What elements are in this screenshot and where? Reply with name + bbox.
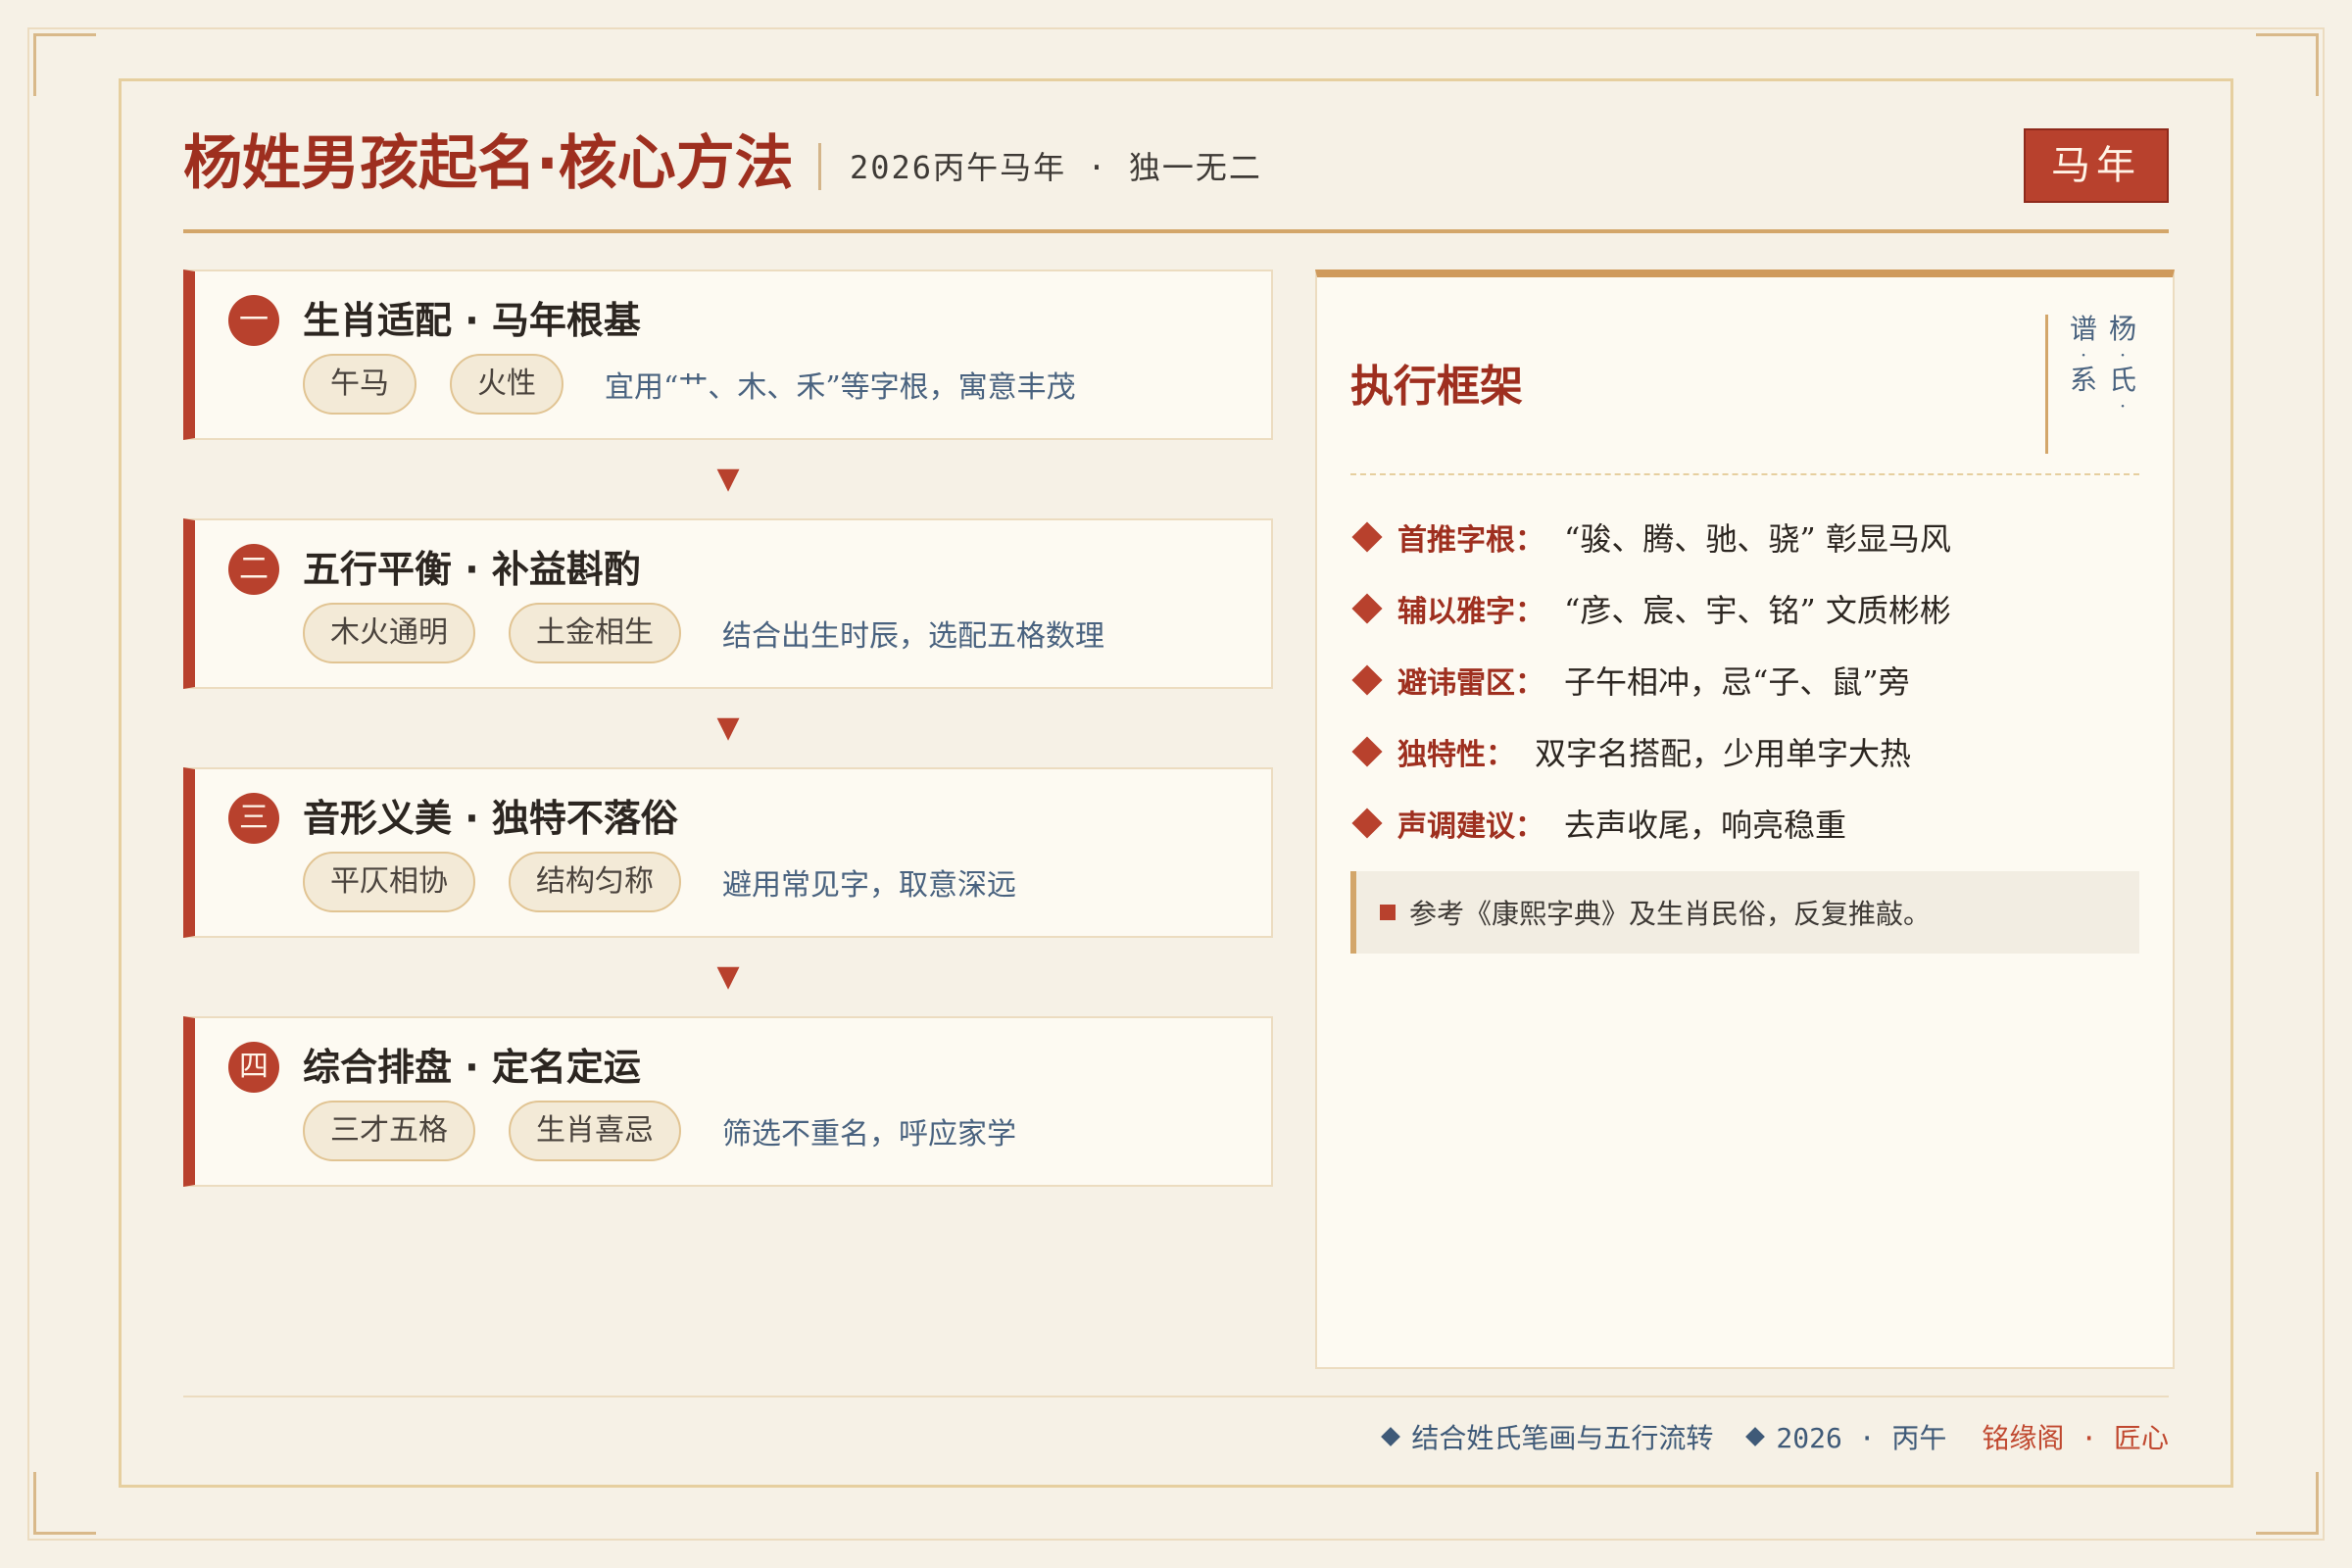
panel-divider — [1350, 473, 2139, 475]
footer-rule — [183, 1396, 2169, 1397]
page-subtitle: 2026丙午马年 · 独一无二 — [850, 149, 1262, 186]
diamond-bullet-icon — [1351, 663, 1383, 696]
footer-item: 结合姓氏笔画与五行流转 — [1411, 1422, 1714, 1454]
step-tag: 三才五格 — [303, 1101, 475, 1161]
rule-text: 去声收尾，响亮稳重 — [1564, 806, 1847, 844]
step-card: 二 五行平衡 · 补益斟酌 木火通明 土金相生 结合出生时辰，选配五格数理 — [183, 518, 1273, 689]
rule-label: 辅以雅字： — [1397, 594, 1544, 629]
rule-item: 辅以雅字： “彦、宸、宇、铭” 文质彬彬 — [1350, 572, 2139, 644]
step-number-badge: 三 — [228, 793, 279, 844]
diamond-icon — [1745, 1427, 1766, 1446]
seal-char: 系 — [2069, 364, 2097, 396]
seal-char: 谱 — [2069, 313, 2097, 345]
step-tag: 生肖喜忌 — [509, 1101, 681, 1161]
diamond-bullet-icon — [1351, 592, 1383, 624]
footer: 结合姓氏笔画与五行流转 2026 · 丙午 铭缘阁 · 匠心 — [1381, 1412, 2169, 1461]
step-card: 三 音形义美 · 独特不落俗 平仄相协 结构匀称 避用常见字，取意深远 — [183, 767, 1273, 938]
step-tag: 土金相生 — [509, 603, 681, 663]
seal-column: 杨 · 氏 · — [2105, 313, 2140, 417]
seal-char: 氏 — [2108, 364, 2136, 396]
diamond-bullet-icon — [1351, 735, 1383, 767]
rule-item: 独特性： 双字名搭配，少用单字大热 — [1350, 715, 2139, 787]
seal-column: 谱 · 系 — [2066, 313, 2101, 397]
step-description: 避用常见字，取意深远 — [722, 868, 1016, 903]
seal-dot: · — [2119, 343, 2127, 367]
rule-label: 首推字根： — [1397, 522, 1544, 558]
rule-list: 首推字根： “骏、腾、驰、骁” 彰显马风 辅以雅字： “彦、宸、宇、铭” 文质彬… — [1350, 501, 2139, 858]
step-number-badge: 四 — [228, 1042, 279, 1093]
rule-text: “骏、腾、驰、骁” 彰显马风 — [1564, 519, 1951, 558]
down-arrow-icon: ▼ — [716, 959, 740, 994]
seal-divider — [2045, 315, 2048, 454]
note-text: 参考《康熙字典》及生肖民俗，反复推敲。 — [1409, 898, 1932, 930]
diamond-icon — [1381, 1427, 1401, 1446]
step-title: 综合排盘 · 定名定运 — [303, 1046, 641, 1089]
header: 杨姓男孩起名·核心方法 2026丙午马年 · 独一无二 马年 — [183, 128, 2169, 236]
framework-panel: 执行框架 谱 · 系 杨 · 氏 · 首推字根： “骏、腾、驰、骁” 彰显马风 … — [1315, 270, 2175, 1369]
title-divider — [818, 143, 821, 190]
rule-item: 避讳雷区： 子午相冲，忌“子、鼠”旁 — [1350, 644, 2139, 715]
page-title: 杨姓男孩起名·核心方法 — [183, 129, 794, 198]
diamond-bullet-icon — [1351, 807, 1383, 839]
step-number-badge: 一 — [228, 295, 279, 346]
rule-label: 避讳雷区： — [1397, 665, 1544, 701]
step-card: 一 生肖适配 · 马年根基 午马 火性 宜用“艹、木、禾”等字根，寓意丰茂 — [183, 270, 1273, 440]
seal-char: 杨 — [2108, 313, 2136, 345]
step-list: 一 生肖适配 · 马年根基 午马 火性 宜用“艹、木、禾”等字根，寓意丰茂 ▼ … — [183, 270, 1273, 1187]
seal-dot: · — [2119, 394, 2127, 417]
reference-note: 参考《康熙字典》及生肖民俗，反复推敲。 — [1350, 871, 2139, 954]
corner-ornament — [33, 33, 96, 96]
rule-text: 子午相冲，忌“子、鼠”旁 — [1564, 662, 1910, 701]
rule-text: “彦、宸、宇、铭” 文质彬彬 — [1564, 591, 1951, 629]
step-tag: 木火通明 — [303, 603, 475, 663]
corner-ornament — [33, 1472, 96, 1535]
step-tag: 午马 — [303, 354, 416, 415]
step-title: 五行平衡 · 补益斟酌 — [303, 548, 641, 591]
rule-item: 首推字根： “骏、腾、驰、骁” 彰显马风 — [1350, 501, 2139, 572]
footer-brand: 铭缘阁 · 匠心 — [1982, 1422, 2169, 1454]
down-arrow-icon: ▼ — [716, 462, 740, 496]
footer-item: 2026 · 丙午 — [1776, 1422, 1947, 1454]
main-card: 杨姓男孩起名·核心方法 2026丙午马年 · 独一无二 马年 一 生肖适配 · … — [119, 78, 2233, 1488]
diamond-bullet-icon — [1351, 520, 1383, 553]
step-description: 筛选不重名，呼应家学 — [722, 1117, 1016, 1152]
step-description: 宜用“艹、木、禾”等字根，寓意丰茂 — [605, 370, 1076, 405]
header-rule — [183, 229, 2169, 233]
panel-title: 执行框架 — [1350, 362, 1523, 412]
rule-text: 双字名搭配，少用单字大热 — [1535, 734, 1912, 772]
step-title: 生肖适配 · 马年根基 — [303, 299, 641, 342]
corner-ornament — [2256, 1472, 2319, 1535]
step-tag: 结构匀称 — [509, 852, 681, 912]
square-bullet-icon — [1380, 905, 1396, 920]
step-title: 音形义美 · 独特不落俗 — [303, 797, 678, 840]
seal-dot: · — [2080, 343, 2087, 367]
step-card: 四 综合排盘 · 定名定运 三才五格 生肖喜忌 筛选不重名，呼应家学 — [183, 1016, 1273, 1187]
step-tag: 平仄相协 — [303, 852, 475, 912]
rule-item: 声调建议： 去声收尾，响亮稳重 — [1350, 787, 2139, 858]
step-number-badge: 二 — [228, 544, 279, 595]
rule-label: 声调建议： — [1397, 808, 1544, 844]
year-badge: 马年 — [2024, 128, 2169, 203]
step-tag: 火性 — [450, 354, 564, 415]
step-description: 结合出生时辰，选配五格数理 — [722, 619, 1104, 654]
corner-ornament — [2256, 33, 2319, 96]
rule-label: 独特性： — [1397, 737, 1515, 772]
down-arrow-icon: ▼ — [716, 710, 740, 745]
